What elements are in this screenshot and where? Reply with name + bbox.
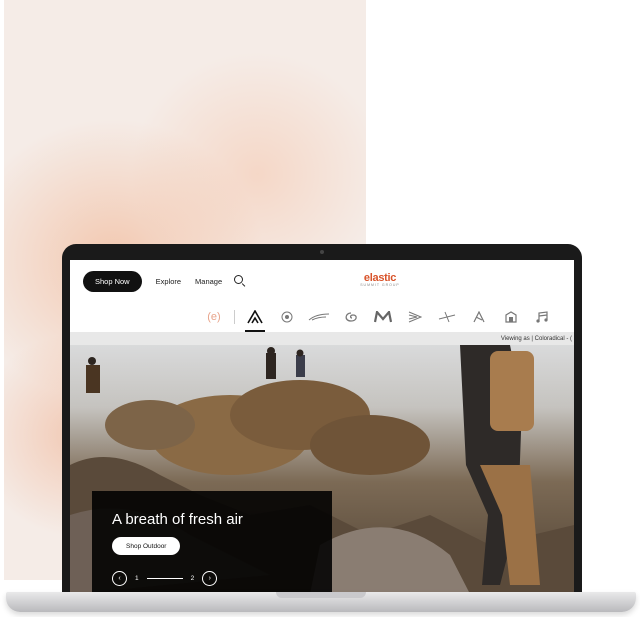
elastic-logo[interactable]: elastic SUMMIT GROUP — [356, 272, 404, 287]
pager-total: 2 — [190, 575, 195, 582]
site-header: Shop Now Explore Manage elastic SUMMIT G… — [70, 260, 574, 302]
viewing-as-text: Viewing as | Coloradical - ( — [500, 335, 572, 342]
brand-divider — [234, 310, 235, 324]
laptop-notch — [276, 592, 366, 598]
brand-m-icon[interactable] — [367, 306, 399, 328]
brand-strip: (e) — [198, 306, 574, 332]
pager-current: 1 — [135, 575, 139, 582]
brand-c-icon[interactable] — [303, 306, 335, 328]
laptop-screen: Shop Now Explore Manage elastic SUMMIT G… — [70, 260, 574, 594]
brand-a-icon[interactable] — [239, 306, 271, 332]
hero-title: A breath of fresh air — [112, 511, 243, 528]
camera-dot — [320, 250, 324, 254]
laptop-lid: Shop Now Explore Manage elastic SUMMIT G… — [62, 244, 582, 596]
hero-card: A breath of fresh air Shop Outdoor ‹ 1 2… — [92, 491, 332, 594]
shop-outdoor-button[interactable]: Shop Outdoor — [112, 537, 181, 555]
pager-progress-line — [146, 578, 183, 579]
carousel-prev-button[interactable]: ‹ — [112, 571, 127, 586]
shop-now-button[interactable]: Shop Now — [83, 270, 142, 292]
logo-subtext: SUMMIT GROUP — [360, 283, 400, 287]
brand-i-icon[interactable] — [495, 306, 527, 328]
carousel-next-button[interactable]: › — [202, 571, 218, 586]
explore-link[interactable]: Explore — [156, 277, 181, 286]
laptop-base — [6, 592, 636, 612]
brand-j-icon[interactable] — [527, 306, 559, 328]
brand-f-icon[interactable] — [399, 306, 431, 328]
carousel-pager: ‹ 1 2 › — [112, 571, 218, 586]
brand-h-icon[interactable] — [463, 306, 495, 328]
brand-e-logo[interactable]: (e) — [198, 306, 230, 328]
hero-banner: A breath of fresh air Shop Outdoor ‹ 1 2… — [70, 345, 574, 594]
brand-d-icon[interactable] — [335, 306, 367, 328]
viewing-as-bar[interactable]: Viewing as | Coloradical - ( — [70, 332, 574, 345]
brand-g-icon[interactable] — [431, 306, 463, 328]
brand-b-icon[interactable] — [271, 306, 303, 328]
manage-link[interactable]: Manage — [195, 277, 222, 286]
search-icon[interactable] — [234, 275, 246, 287]
